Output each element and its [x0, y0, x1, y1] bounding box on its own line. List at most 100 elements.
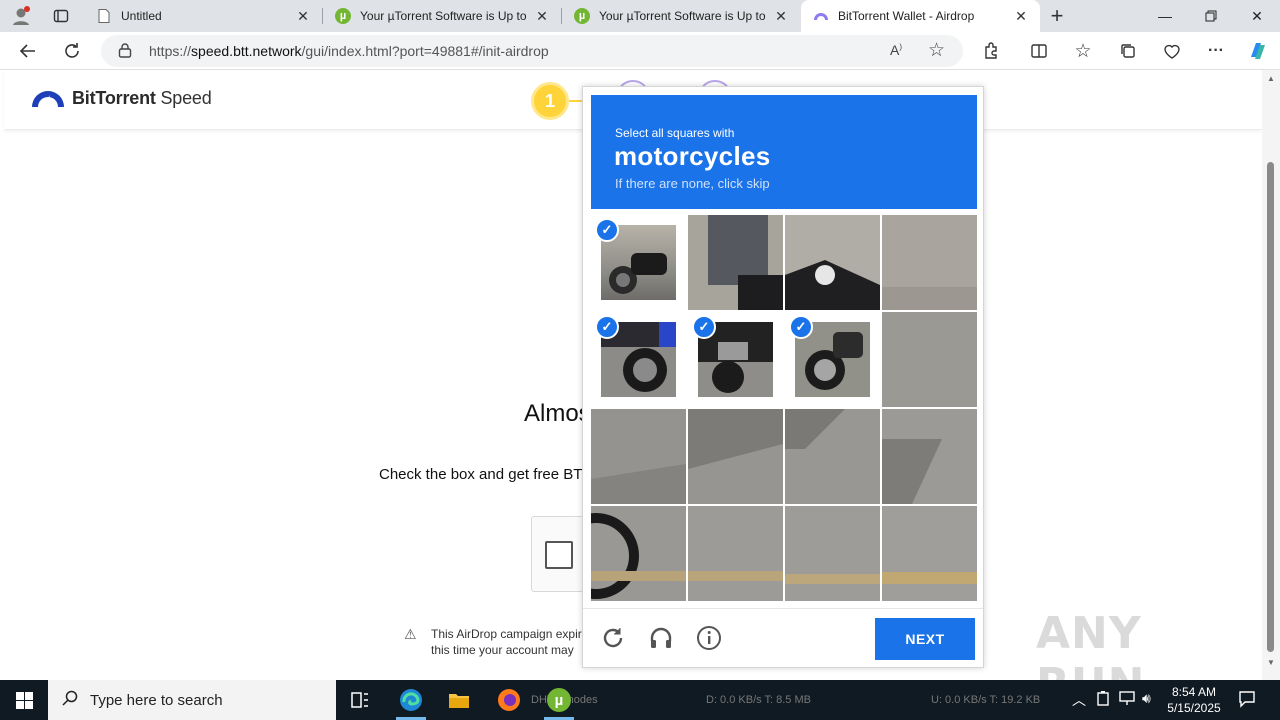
captcha-image-grid: ✓ ✓ ✓ ✓ [591, 215, 977, 601]
warning-line-2: this time your account may [431, 643, 574, 657]
captcha-tile[interactable] [688, 506, 783, 601]
new-tab-icon[interactable]: + [1042, 1, 1072, 31]
captcha-tile[interactable] [591, 409, 686, 504]
captcha-tile[interactable] [882, 312, 977, 407]
url-host: speed.btt.network [191, 43, 302, 59]
tab-label: Your µTorrent Software is Up to D [599, 9, 766, 23]
tab-utorrent-1[interactable]: µ Your µTorrent Software is Up to D ✕ [323, 0, 561, 32]
close-icon[interactable]: ✕ [1012, 7, 1030, 25]
page-scrollbar[interactable]: ▲ ▼ [1262, 70, 1280, 680]
windows-start-icon[interactable] [0, 680, 48, 720]
more-options-icon[interactable]: ··· [1201, 36, 1231, 66]
search-icon [62, 690, 78, 711]
read-aloud-icon[interactable]: A) [890, 42, 902, 58]
split-screen-icon[interactable] [1024, 36, 1054, 66]
url-scheme: https:// [149, 43, 192, 59]
close-icon[interactable]: ✕ [772, 7, 790, 25]
close-window-icon[interactable]: ✕ [1234, 0, 1280, 32]
tab-bittorrent-wallet[interactable]: BitTorrent Wallet - Airdrop ✕ [801, 0, 1040, 32]
page-title: Almost there! [524, 400, 584, 427]
favorites-icon[interactable]: ☆ [1068, 36, 1098, 66]
clock-time: 8:54 AM [1171, 685, 1217, 699]
captcha-checkbox[interactable] [545, 541, 573, 569]
utorrent-icon: µ [574, 8, 590, 24]
captcha-tile[interactable] [882, 215, 977, 310]
selected-check-icon: ✓ [692, 315, 716, 339]
url-path: /gui/index.html?port=49881#/init-airdrop [301, 43, 549, 59]
tab-label: Your µTorrent Software is Up to D [360, 9, 527, 23]
copilot-icon[interactable] [1243, 36, 1273, 66]
captcha-tile[interactable] [688, 409, 783, 504]
battery-icon[interactable] [1096, 690, 1110, 709]
bittorrent-speed-logo[interactable]: BitTorrent Speed [30, 87, 212, 109]
network-icon[interactable] [1118, 690, 1136, 709]
anyrun-watermark: ANY RUN [1036, 608, 1144, 680]
volume-icon[interactable]: 🔊︎ [1142, 690, 1151, 707]
download-status-text: D: 0.0 KB/s T: 8.5 MB [706, 694, 811, 706]
restore-icon[interactable] [1188, 0, 1234, 32]
taskbar-clock[interactable]: 8:54 AM 5/15/2025 [1162, 684, 1226, 716]
warning-text: This AirDrop campaign expires soon this … [431, 626, 583, 658]
minimize-icon[interactable]: — [1142, 0, 1188, 32]
utorrent-icon: µ [335, 8, 351, 24]
address-bar[interactable]: https://speed.btt.network/gui/index.html… [101, 35, 963, 67]
next-button[interactable]: NEXT [875, 618, 975, 660]
refresh-challenge-icon[interactable] [597, 622, 629, 654]
close-icon[interactable]: ✕ [294, 7, 312, 25]
captcha-prompt-pre: Select all squares with [615, 126, 735, 140]
captcha-tile[interactable] [785, 409, 880, 504]
tab-label: BitTorrent Wallet - Airdrop [838, 9, 975, 23]
upload-status-text: U: 0.0 KB/s T: 19.2 KB [931, 694, 1041, 706]
collections-icon[interactable] [1113, 36, 1143, 66]
info-icon[interactable] [693, 622, 725, 654]
refresh-icon[interactable] [57, 36, 87, 66]
taskbar-search[interactable]: Type here to search [48, 680, 336, 720]
captcha-tile[interactable]: ✓ [591, 312, 686, 407]
selected-check-icon: ✓ [789, 315, 813, 339]
notifications-icon[interactable] [1238, 690, 1256, 711]
captcha-tile[interactable] [882, 506, 977, 601]
chevron-up-icon[interactable]: ︿ [1072, 690, 1086, 710]
captcha-tile[interactable] [882, 409, 977, 504]
edge-taskbar-icon[interactable] [388, 680, 434, 720]
windows-taskbar: Type here to search DHT: 8 nodes µ D: 0.… [0, 680, 1280, 720]
captcha-prompt: Select all squares with motorcycles If t… [591, 95, 977, 209]
tab-utorrent-2[interactable]: µ Your µTorrent Software is Up to D ✕ [562, 0, 800, 32]
firefox-icon[interactable] [486, 680, 532, 720]
captcha-footer-divider [583, 608, 983, 609]
bittorrent-speed-logo-icon [32, 91, 64, 107]
captcha-tile[interactable]: ✓ [785, 312, 880, 407]
captcha-tile[interactable] [785, 506, 880, 601]
browser-toolbar: https://speed.btt.network/gui/index.html… [0, 32, 1280, 70]
extensions-icon[interactable] [976, 36, 1006, 66]
task-view-icon[interactable] [337, 680, 383, 720]
captcha-tile[interactable] [785, 215, 880, 310]
warning-icon: ⚠ [404, 626, 417, 642]
tab-untitled[interactable]: Untitled ✕ [84, 0, 322, 32]
audio-challenge-icon[interactable] [645, 622, 677, 654]
file-explorer-icon[interactable] [436, 680, 482, 720]
close-icon[interactable]: ✕ [533, 7, 551, 25]
scroll-thumb[interactable] [1267, 162, 1274, 652]
captcha-tile[interactable] [688, 215, 783, 310]
captcha-tile[interactable]: ✓ [591, 215, 686, 310]
search-placeholder: Type here to search [90, 691, 223, 709]
browser-essentials-icon[interactable] [1157, 36, 1187, 66]
captcha-tile[interactable] [591, 506, 686, 601]
url-text: https://speed.btt.network/gui/index.html… [149, 43, 549, 59]
utorrent-taskbar-icon[interactable]: µ [536, 680, 582, 720]
captcha-tile[interactable]: ✓ [688, 312, 783, 407]
favorite-star-icon[interactable]: ☆ [928, 39, 945, 62]
page-icon [96, 8, 112, 24]
lock-icon[interactable] [118, 42, 132, 63]
profile-icon[interactable] [6, 1, 36, 31]
back-icon[interactable] [13, 36, 43, 66]
tab-label: Untitled [121, 9, 162, 23]
tab-actions-icon[interactable] [46, 1, 76, 31]
logo-bold: BitTorrent [72, 87, 156, 108]
logo-text: BitTorrent Speed [72, 88, 212, 109]
captcha-challenge-dialog: Select all squares with motorcycles If t… [582, 86, 984, 668]
bittorrent-speed-icon [813, 8, 829, 24]
scroll-down-icon[interactable]: ▼ [1267, 658, 1275, 667]
scroll-up-icon[interactable]: ▲ [1267, 74, 1275, 83]
